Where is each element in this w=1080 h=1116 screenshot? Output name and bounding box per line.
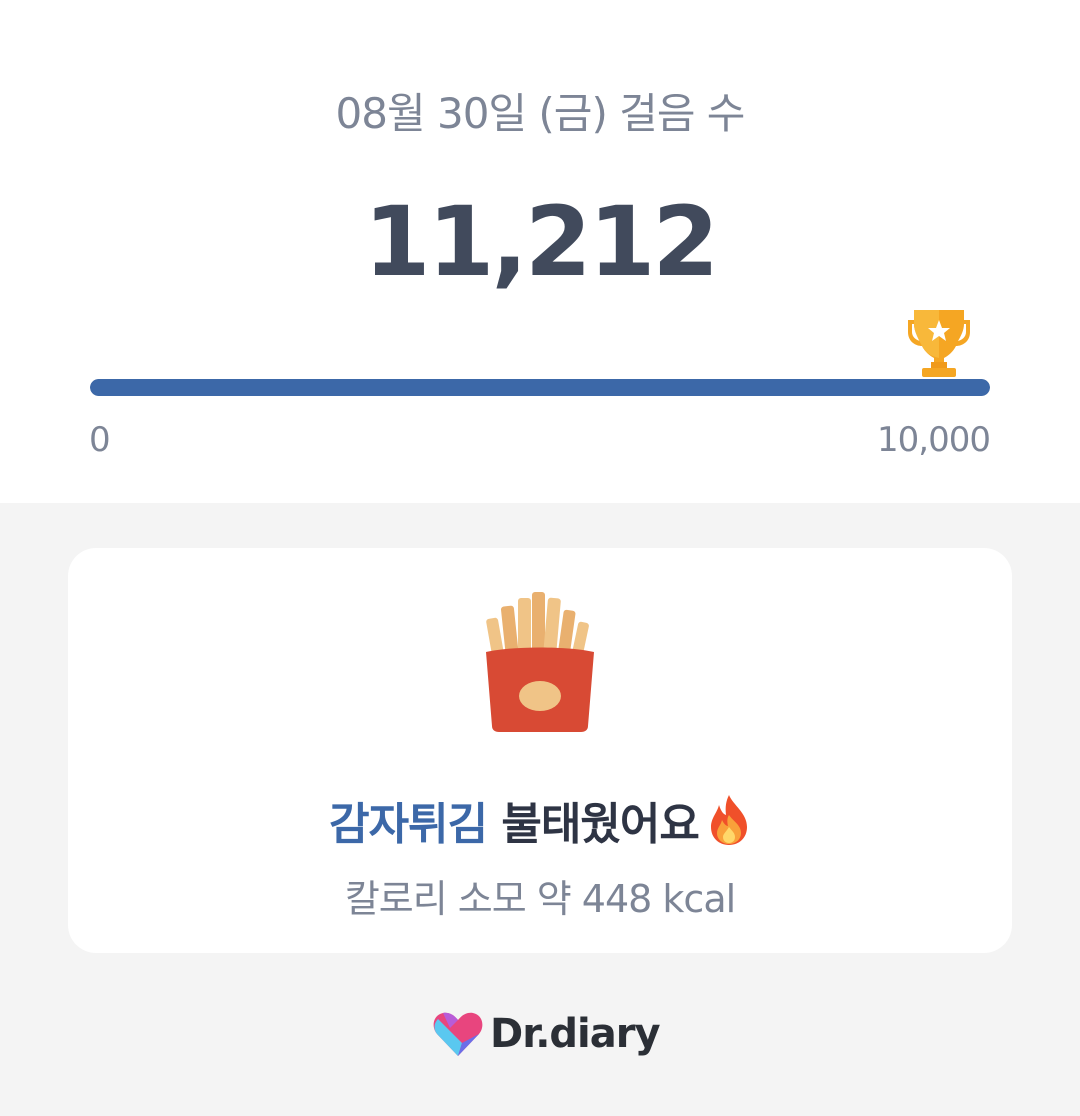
burn-message: 감자튀김 불태웠어요 (0, 788, 1080, 852)
calorie-burn-text: 칼로리 소모 약 448 kcal (344, 877, 736, 921)
step-count-value: 11,212 (363, 186, 719, 298)
step-summary-panel: 08월 30일 (금) 걸음 수 11,212 0 10,000 (0, 0, 1080, 503)
french-fries-icon (486, 592, 594, 732)
food-name: 감자튀김 (329, 799, 488, 850)
fire-icon (710, 795, 747, 845)
progress-max-label: 10,000 (877, 420, 991, 460)
brand-name: Dr.diary (490, 1011, 661, 1057)
progress-fill (90, 379, 990, 396)
brand-logo: Dr.diary (432, 1008, 661, 1060)
burn-text: 불태웠어요 (487, 799, 699, 850)
progress-min-label: 0 (89, 420, 111, 460)
step-progress-bar (90, 379, 990, 396)
page-title: 08월 30일 (금) 걸음 수 (335, 89, 746, 138)
heart-logo-icon (433, 1012, 483, 1056)
trophy-icon (908, 310, 970, 377)
